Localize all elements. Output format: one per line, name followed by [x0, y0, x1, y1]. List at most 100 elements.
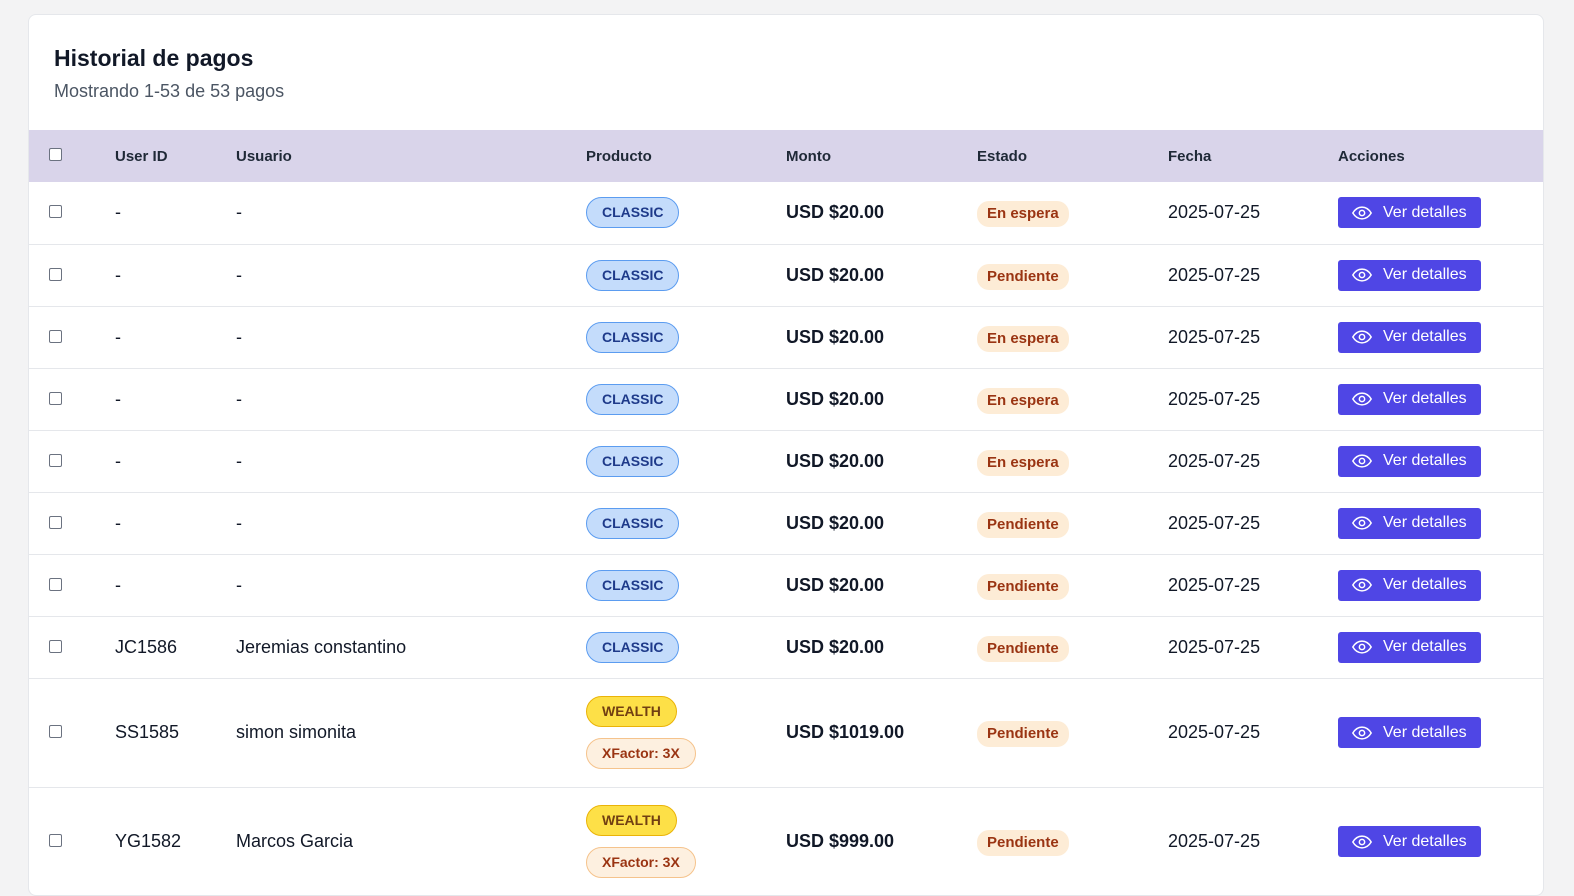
select-all-header[interactable]	[29, 130, 115, 182]
product-badge-classic: CLASSIC	[586, 383, 680, 415]
ver-detalles-label: Ver detalles	[1383, 390, 1467, 407]
ver-detalles-button[interactable]: Ver detalles	[1338, 321, 1481, 353]
ver-detalles-label: Ver detalles	[1383, 452, 1467, 469]
payment-date: 2025-07-25	[1168, 722, 1261, 742]
row-checkbox[interactable]	[49, 267, 62, 281]
payment-date: 2025-07-25	[1168, 202, 1261, 223]
row-select-cell	[29, 430, 115, 493]
ver-detalles-button[interactable]: Ver detalles	[1338, 507, 1481, 539]
column-header-fecha[interactable]: Fecha	[1168, 130, 1338, 182]
producto-cell: CLASSIC	[586, 182, 786, 245]
row-select-cell	[29, 182, 115, 245]
row-select-cell	[29, 306, 115, 369]
producto-cell: CLASSIC	[586, 368, 786, 431]
product-badges: CLASSIC	[586, 197, 786, 229]
product-badges: CLASSIC	[586, 631, 786, 663]
usuario-cell: Marcos Garcia	[236, 787, 586, 895]
eye-icon	[1352, 516, 1372, 530]
ver-detalles-button[interactable]: Ver detalles	[1338, 717, 1481, 748]
ver-detalles-label: Ver detalles	[1383, 514, 1467, 531]
status-badge: En espera	[977, 387, 1069, 414]
eye-icon	[1352, 454, 1372, 468]
ver-detalles-button[interactable]: Ver detalles	[1338, 631, 1481, 663]
status-badge: En espera	[977, 201, 1069, 228]
column-header-user-id[interactable]: User ID	[115, 130, 236, 182]
payment-date: 2025-07-25	[1168, 264, 1261, 285]
product-badge-classic: CLASSIC	[586, 507, 680, 539]
status-badge: Pendiente	[977, 511, 1069, 538]
status-badge: En espera	[977, 449, 1069, 476]
table-row: - - CLASSIC USD $20.00 Pendiente 2025-07…	[29, 554, 1543, 617]
acciones-cell: Ver detalles	[1338, 244, 1543, 307]
product-badge-classic: CLASSIC	[586, 321, 680, 353]
row-select-cell	[29, 787, 115, 895]
acciones-cell: Ver detalles	[1338, 306, 1543, 369]
producto-cell: WEALTH XFactor: 3X	[586, 787, 786, 895]
acciones-cell: Ver detalles	[1338, 678, 1543, 788]
row-checkbox[interactable]	[49, 329, 62, 343]
card-header: Historial de pagos Mostrando 1-53 de 53 …	[29, 15, 1543, 130]
eye-icon	[1352, 578, 1372, 592]
estado-cell: Pendiente	[977, 492, 1168, 555]
acciones-cell: Ver detalles	[1338, 182, 1543, 245]
estado-cell: En espera	[977, 368, 1168, 431]
user-id-cell: YG1582	[115, 787, 236, 895]
row-checkbox[interactable]	[49, 639, 62, 653]
select-all-checkbox[interactable]	[49, 147, 62, 161]
user-id-cell: -	[115, 182, 236, 245]
row-checkbox[interactable]	[49, 391, 62, 405]
column-header-usuario[interactable]: Usuario	[236, 130, 586, 182]
monto-cell: USD $999.00	[786, 787, 977, 895]
column-header-producto[interactable]: Producto	[586, 130, 786, 182]
monto-cell: USD $20.00	[786, 306, 977, 369]
monto-cell: USD $20.00	[786, 554, 977, 617]
product-badge-classic: CLASSIC	[586, 445, 680, 477]
row-select-cell	[29, 554, 115, 617]
monto-cell: USD $20.00	[786, 182, 977, 245]
producto-cell: WEALTH XFactor: 3X	[586, 678, 786, 788]
ver-detalles-button[interactable]: Ver detalles	[1338, 826, 1481, 857]
eye-icon	[1352, 330, 1372, 344]
ver-detalles-label: Ver detalles	[1383, 266, 1467, 283]
producto-cell: CLASSIC	[586, 492, 786, 555]
ver-detalles-button[interactable]: Ver detalles	[1338, 259, 1481, 291]
estado-cell: En espera	[977, 182, 1168, 245]
acciones-cell: Ver detalles	[1338, 492, 1543, 555]
table-header-row: User ID Usuario Producto Monto Estado Fe…	[29, 130, 1543, 182]
fecha-cell: 2025-07-25	[1168, 678, 1338, 788]
usuario-cell: Jeremias constantino	[236, 616, 586, 679]
row-checkbox[interactable]	[49, 577, 62, 591]
row-checkbox[interactable]	[49, 453, 62, 467]
product-badge-xfactor: XFactor: 3X	[586, 847, 696, 878]
fecha-cell: 2025-07-25	[1168, 244, 1338, 307]
row-checkbox[interactable]	[49, 205, 62, 219]
fecha-cell: 2025-07-25	[1168, 554, 1338, 617]
payment-date: 2025-07-25	[1168, 326, 1261, 347]
column-header-monto[interactable]: Monto	[786, 130, 977, 182]
monto-cell: USD $20.00	[786, 244, 977, 307]
ver-detalles-button[interactable]: Ver detalles	[1338, 197, 1481, 229]
payment-date: 2025-07-25	[1168, 636, 1261, 657]
estado-cell: Pendiente	[977, 616, 1168, 679]
column-header-estado[interactable]: Estado	[977, 130, 1168, 182]
acciones-cell: Ver detalles	[1338, 616, 1543, 679]
product-badge-wealth: WEALTH	[586, 696, 677, 727]
amount: USD $20.00	[786, 636, 885, 657]
row-checkbox[interactable]	[49, 834, 62, 847]
amount: USD $20.00	[786, 326, 885, 347]
row-checkbox[interactable]	[49, 515, 62, 529]
ver-detalles-button[interactable]: Ver detalles	[1338, 445, 1481, 477]
monto-cell: USD $1019.00	[786, 678, 977, 788]
table-row: SS1585 simon simonita WEALTH XFactor: 3X …	[29, 678, 1543, 788]
ver-detalles-button[interactable]: Ver detalles	[1338, 569, 1481, 601]
user-id-cell: SS1585	[115, 678, 236, 788]
ver-detalles-button[interactable]: Ver detalles	[1338, 383, 1481, 415]
fecha-cell: 2025-07-25	[1168, 368, 1338, 431]
row-checkbox[interactable]	[49, 725, 62, 738]
ver-detalles-label: Ver detalles	[1383, 328, 1467, 345]
usuario-cell: simon simonita	[236, 678, 586, 788]
product-badge-classic: CLASSIC	[586, 569, 680, 601]
payment-date: 2025-07-25	[1168, 388, 1261, 409]
user-id-cell: -	[115, 306, 236, 369]
usuario-cell: -	[236, 430, 586, 493]
